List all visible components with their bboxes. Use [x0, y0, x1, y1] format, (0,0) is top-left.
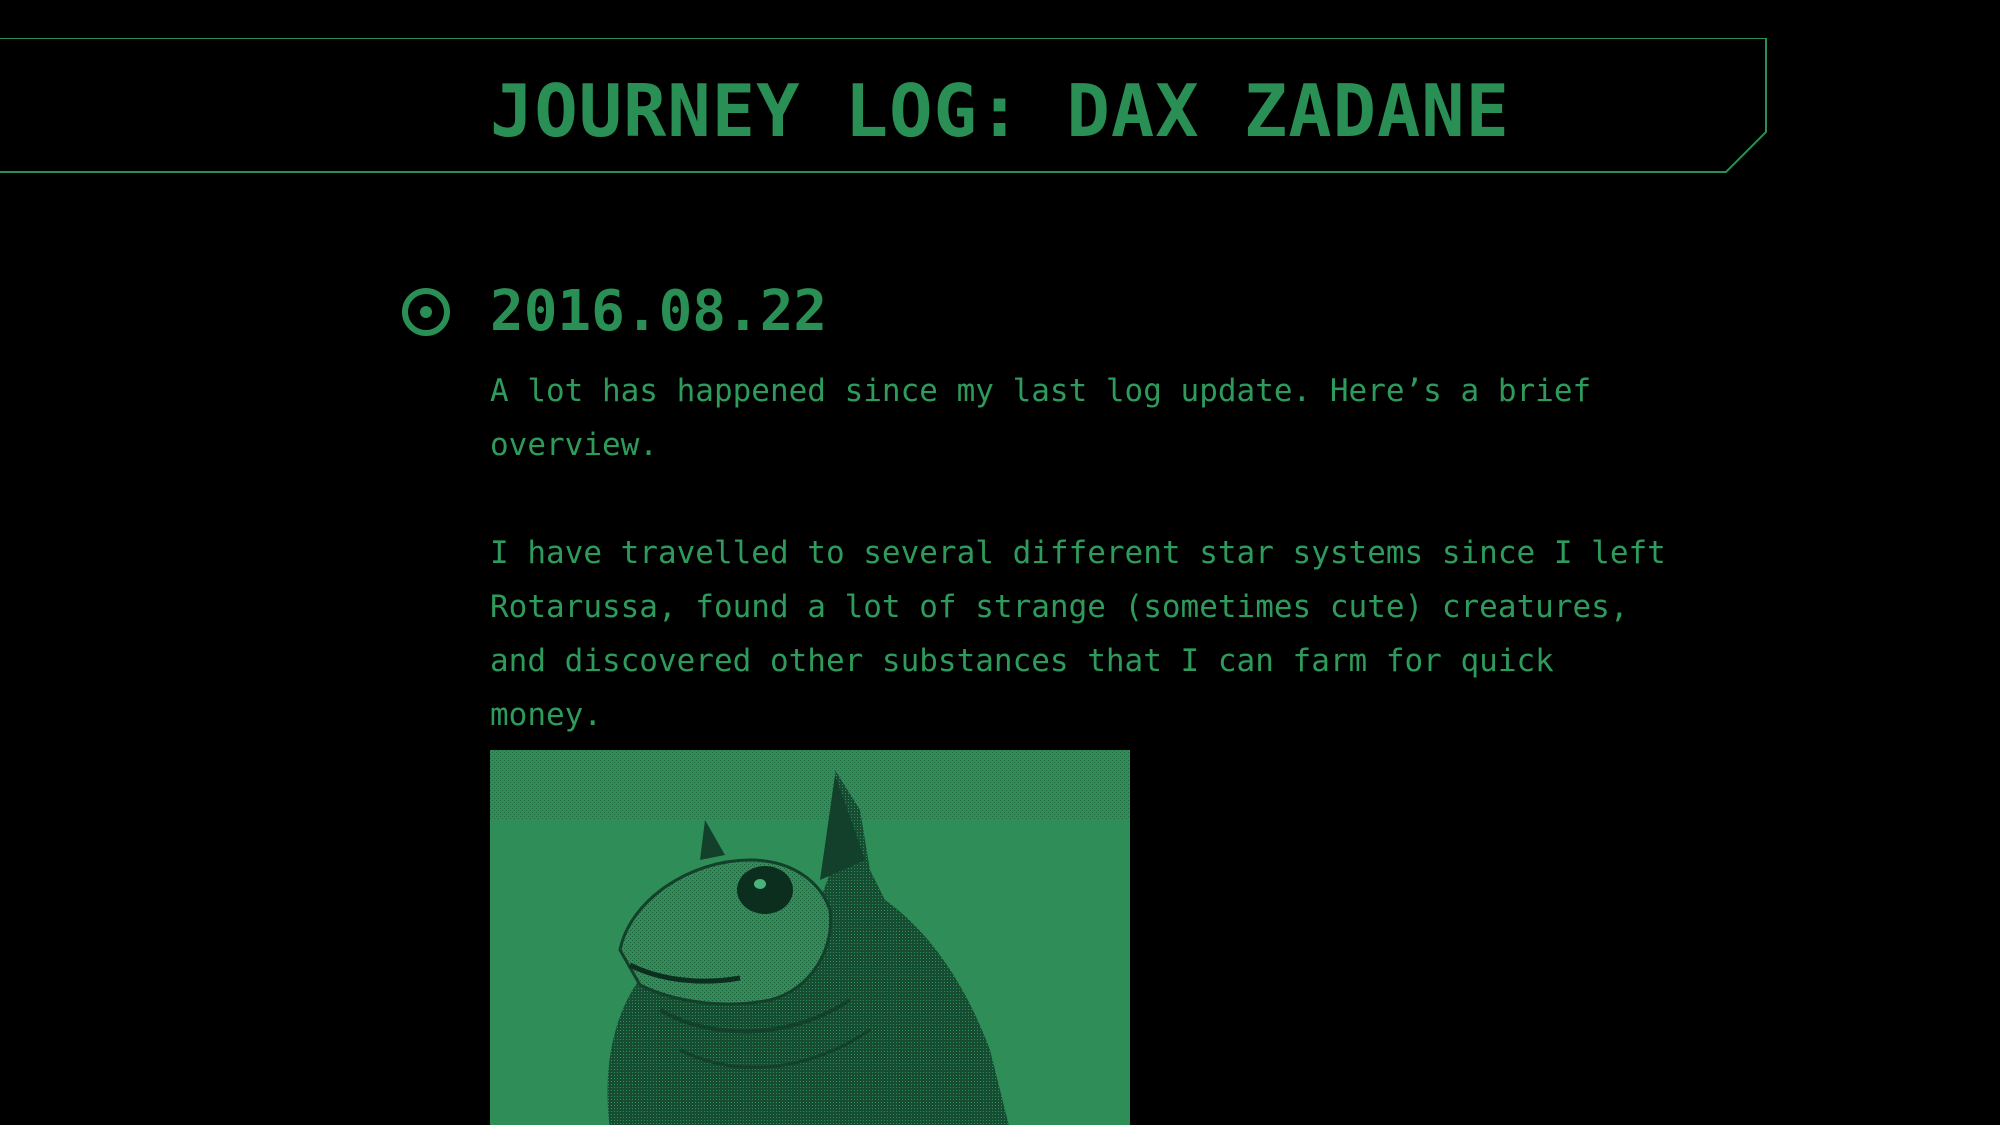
entry-body: A lot has happened since my last log upd… [490, 364, 1670, 796]
target-circle-icon [400, 286, 452, 338]
entry-paragraph: I have travelled to several different st… [490, 535, 1666, 733]
page-title: JOURNEY LOG: DAX ZADANE [490, 69, 1510, 153]
creature-photo [490, 750, 1130, 1125]
entry-paragraph: A lot has happened since my last log upd… [490, 373, 1592, 463]
entry-date: 2016.08.22 [490, 279, 828, 344]
